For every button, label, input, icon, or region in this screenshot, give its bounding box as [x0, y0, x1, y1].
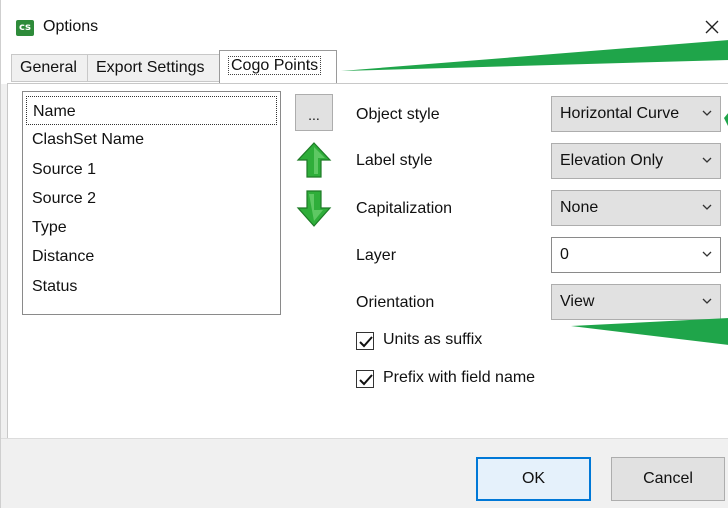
- ok-button[interactable]: OK: [476, 457, 591, 501]
- options-dialog: cs Options General Export Settings Cogo …: [0, 0, 728, 508]
- chevron-down-icon: [702, 298, 712, 304]
- prefix-with-field-name-label: Prefix with field name: [383, 369, 536, 386]
- capitalization-label: Capitalization: [356, 200, 453, 217]
- label-style-dropdown[interactable]: Elevation Only: [551, 143, 721, 179]
- field-list[interactable]: Name ClashSet Name Source 1 Source 2 Typ…: [22, 91, 281, 315]
- list-item-name[interactable]: Name: [26, 96, 277, 126]
- close-button[interactable]: [695, 10, 728, 44]
- checkbox-box[interactable]: [356, 370, 374, 388]
- list-item-source-2[interactable]: Source 2: [26, 184, 277, 213]
- units-as-suffix-checkbox[interactable]: Units as suffix: [356, 331, 516, 353]
- layer-value: 0: [560, 246, 569, 263]
- label-style-label: Label style: [356, 152, 433, 169]
- capitalization-dropdown[interactable]: None: [551, 190, 721, 226]
- chevron-down-icon: [702, 157, 712, 163]
- units-as-suffix-label: Units as suffix: [383, 331, 483, 348]
- tab-label: Cogo Points: [228, 56, 322, 75]
- arrow-down-icon: [296, 190, 332, 227]
- tab-strip: General Export Settings Cogo Points: [1, 48, 728, 84]
- orientation-dropdown[interactable]: View: [551, 284, 721, 320]
- browse-button[interactable]: ...: [295, 94, 333, 131]
- layer-label: Layer: [356, 247, 397, 264]
- tab-export-settings[interactable]: Export Settings: [87, 54, 220, 82]
- move-down-button[interactable]: [295, 188, 333, 227]
- chevron-down-icon: [702, 204, 712, 210]
- list-item-distance[interactable]: Distance: [26, 242, 277, 271]
- app-icon: cs: [16, 20, 34, 36]
- chevron-down-icon: [702, 251, 712, 257]
- tab-general[interactable]: General: [11, 54, 88, 82]
- tab-label: General: [20, 59, 77, 76]
- list-item-status[interactable]: Status: [26, 272, 277, 301]
- orientation-label: Orientation: [356, 294, 435, 311]
- move-up-button[interactable]: [295, 140, 333, 178]
- checkmark-icon: [359, 374, 373, 386]
- tab-cogo-points[interactable]: Cogo Points: [219, 50, 337, 83]
- chevron-down-icon: [702, 110, 712, 116]
- checkbox-box[interactable]: [356, 332, 374, 350]
- orientation-value: View: [560, 293, 595, 310]
- prefix-with-field-name-checkbox[interactable]: Prefix with field name: [356, 369, 566, 391]
- tab-label: Export Settings: [96, 59, 205, 76]
- list-item-source-1[interactable]: Source 1: [26, 155, 277, 184]
- title-bar: cs Options: [1, 0, 728, 48]
- cancel-button[interactable]: Cancel: [611, 457, 725, 501]
- arrow-up-icon: [296, 142, 332, 178]
- window-title: Options: [43, 18, 99, 35]
- checkmark-icon: [359, 336, 373, 348]
- object-style-dropdown[interactable]: Horizontal Curve: [551, 96, 721, 132]
- capitalization-value: None: [560, 199, 599, 216]
- layer-combobox[interactable]: 0: [551, 237, 721, 273]
- list-item-type[interactable]: Type: [26, 213, 277, 242]
- close-icon: [705, 20, 719, 34]
- object-style-label: Object style: [356, 106, 440, 123]
- list-item-clashset-name[interactable]: ClashSet Name: [26, 125, 277, 154]
- label-style-value: Elevation Only: [560, 152, 664, 169]
- object-style-value: Horizontal Curve: [560, 105, 680, 122]
